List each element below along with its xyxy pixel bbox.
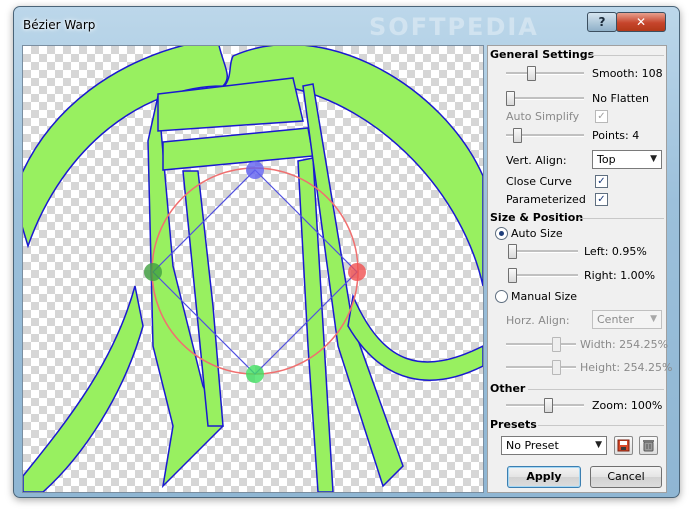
preset-value: No Preset (506, 439, 559, 452)
check-icon: ✓ (597, 194, 606, 205)
handle-bottom[interactable] (246, 365, 264, 383)
width-slider[interactable] (506, 337, 576, 352)
parameterized-checkbox[interactable]: ✓ (595, 193, 608, 206)
general-settings-heading: General Settings (490, 48, 595, 61)
manual-size-label: Manual Size (511, 290, 578, 303)
horz-align-select[interactable]: Center ▼ (592, 310, 662, 329)
points-slider[interactable] (506, 128, 584, 143)
handle-top[interactable] (246, 161, 264, 179)
slider-thumb[interactable] (544, 398, 553, 413)
close-curve-checkbox[interactable]: ✓ (595, 175, 608, 188)
smooth-slider[interactable] (506, 66, 584, 81)
zoom-label: Zoom: 100% (592, 399, 663, 412)
points-label: Points: 4 (592, 129, 640, 142)
warp-preview (23, 46, 483, 492)
smooth-label: Smooth: 108 (592, 67, 663, 80)
left-strip (23, 285, 144, 492)
slider-thumb[interactable] (513, 128, 522, 143)
save-preset-button[interactable] (614, 436, 633, 455)
apply-button[interactable]: Apply (507, 466, 581, 488)
preset-select[interactable]: No Preset ▼ (501, 436, 607, 455)
window-title: Bézier Warp (23, 18, 96, 32)
width-label: Width: 254.25% (580, 338, 669, 351)
slider-thumb[interactable] (552, 360, 561, 375)
auto-size-radio[interactable] (495, 227, 508, 240)
close-button[interactable]: ✕ (616, 12, 666, 32)
bezier-warp-dialog: Bézier Warp SOFTPEDIA ? ✕ General Settin… (13, 6, 680, 498)
right-slider[interactable] (508, 268, 578, 283)
horz-align-label: Horz. Align: (506, 314, 570, 327)
left-slider[interactable] (508, 244, 578, 259)
close-icon: ✕ (635, 15, 647, 29)
slider-thumb[interactable] (527, 66, 536, 81)
height-label: Height: 254.25% (580, 361, 673, 374)
slider-thumb[interactable] (506, 91, 515, 106)
divider (588, 55, 664, 56)
divider (578, 218, 664, 219)
flatten-label: No Flatten (592, 92, 649, 105)
save-icon (617, 439, 630, 452)
auto-simplify-label: Auto Simplify (506, 110, 580, 123)
vert-align-value: Top (597, 153, 616, 166)
horz-align-value: Center (597, 313, 635, 326)
vert-align-label: Vert. Align: (506, 154, 567, 167)
cancel-button[interactable]: Cancel (590, 466, 662, 488)
vert-align-select[interactable]: Top ▼ (592, 150, 662, 169)
left-label: Left: 0.95% (584, 245, 647, 258)
watermark: SOFTPEDIA (369, 13, 539, 41)
delete-preset-button[interactable] (639, 436, 658, 455)
slider-thumb[interactable] (552, 337, 561, 352)
handle-left[interactable] (144, 263, 162, 281)
auto-simplify-checkbox[interactable]: ✓ (595, 110, 608, 123)
warped-shape (23, 46, 483, 492)
other-heading: Other (490, 382, 526, 395)
divider (528, 389, 664, 390)
chevron-down-icon: ▼ (595, 440, 602, 450)
help-button[interactable]: ? (587, 12, 617, 32)
check-icon: ✓ (597, 176, 606, 187)
parameterized-label: Parameterized (506, 193, 586, 206)
right-label: Right: 1.00% (584, 269, 656, 282)
title-bar[interactable]: Bézier Warp SOFTPEDIA ? ✕ (14, 7, 679, 41)
check-icon: ✓ (597, 111, 606, 122)
chevron-down-icon: ▼ (650, 154, 657, 164)
slider-thumb[interactable] (508, 268, 517, 283)
size-position-heading: Size & Position (490, 211, 584, 224)
zoom-slider[interactable] (506, 398, 584, 413)
handle-right[interactable] (348, 263, 366, 281)
preview-canvas[interactable] (22, 45, 484, 493)
presets-heading: Presets (490, 418, 537, 431)
auto-size-label: Auto Size (511, 227, 563, 240)
height-slider[interactable] (506, 360, 576, 375)
chevron-down-icon: ▼ (650, 314, 657, 324)
settings-panel: General Settings Smooth: 108 No Flatten … (487, 45, 673, 493)
manual-size-radio[interactable] (495, 290, 508, 303)
trash-icon (643, 440, 654, 452)
second-band (162, 127, 314, 171)
divider (538, 425, 664, 426)
close-curve-label: Close Curve (506, 175, 572, 188)
slider-thumb[interactable] (508, 244, 517, 259)
flatten-slider[interactable] (506, 91, 584, 106)
